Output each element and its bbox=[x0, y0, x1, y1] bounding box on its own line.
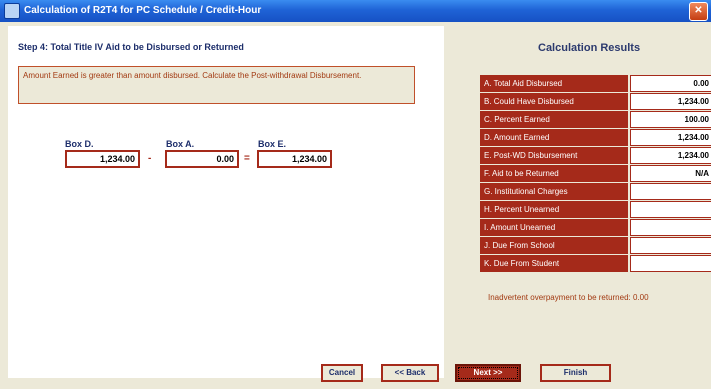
next-button[interactable]: Next >> bbox=[455, 364, 521, 382]
result-value: 1,234.00 bbox=[630, 93, 711, 110]
results-title: Calculation Results bbox=[538, 42, 641, 54]
result-value: 1,234.00 bbox=[630, 129, 711, 146]
cancel-button[interactable]: Cancel bbox=[321, 364, 363, 382]
equals-operator: = bbox=[244, 153, 250, 164]
step-title: Step 4: Total Title IV Aid to be Disburs… bbox=[18, 42, 244, 52]
result-label: A. Total Aid Disbursed bbox=[480, 75, 628, 92]
window-title: Calculation of R2T4 for PC Schedule / Cr… bbox=[24, 5, 262, 16]
result-label: H. Percent Unearned bbox=[480, 201, 628, 218]
box-d-label: Box D. bbox=[65, 139, 94, 149]
box-e-label: Box E. bbox=[258, 139, 287, 149]
result-value bbox=[630, 255, 711, 272]
close-icon: ✕ bbox=[694, 5, 703, 16]
minus-operator: - bbox=[148, 153, 152, 164]
result-value: 1,234.00 bbox=[630, 147, 711, 164]
result-value bbox=[630, 183, 711, 200]
app-icon bbox=[4, 3, 20, 19]
result-label: D. Amount Earned bbox=[480, 129, 628, 146]
message-box: Amount Earned is greater than amount dis… bbox=[18, 66, 415, 104]
result-value bbox=[630, 237, 711, 254]
result-label: B. Could Have Disbursed bbox=[480, 93, 628, 110]
result-label: C. Percent Earned bbox=[480, 111, 628, 128]
result-label: K. Due From Student bbox=[480, 255, 628, 272]
result-label: J. Due From School bbox=[480, 237, 628, 254]
result-value bbox=[630, 201, 711, 218]
result-label: E. Post-WD Disbursement bbox=[480, 147, 628, 164]
finish-button[interactable]: Finish bbox=[540, 364, 611, 382]
inadvertent-overpayment-text: Inadvertent overpayment to be returned: … bbox=[488, 293, 649, 302]
box-d-field[interactable]: 1,234.00 bbox=[65, 150, 140, 168]
box-e-field[interactable]: 1,234.00 bbox=[257, 150, 332, 168]
result-value: 100.00 bbox=[630, 111, 711, 128]
result-label: I. Amount Unearned bbox=[480, 219, 628, 236]
box-a-field[interactable]: 0.00 bbox=[165, 150, 239, 168]
box-a-label: Box A. bbox=[166, 139, 195, 149]
back-button[interactable]: << Back bbox=[381, 364, 439, 382]
close-button[interactable]: ✕ bbox=[689, 2, 708, 21]
result-label: G. Institutional Charges bbox=[480, 183, 628, 200]
result-value: N/A bbox=[630, 165, 711, 182]
title-bar[interactable]: Calculation of R2T4 for PC Schedule / Cr… bbox=[0, 0, 711, 22]
result-label: F. Aid to be Returned bbox=[480, 165, 628, 182]
result-value bbox=[630, 219, 711, 236]
result-value: 0.00 bbox=[630, 75, 711, 92]
